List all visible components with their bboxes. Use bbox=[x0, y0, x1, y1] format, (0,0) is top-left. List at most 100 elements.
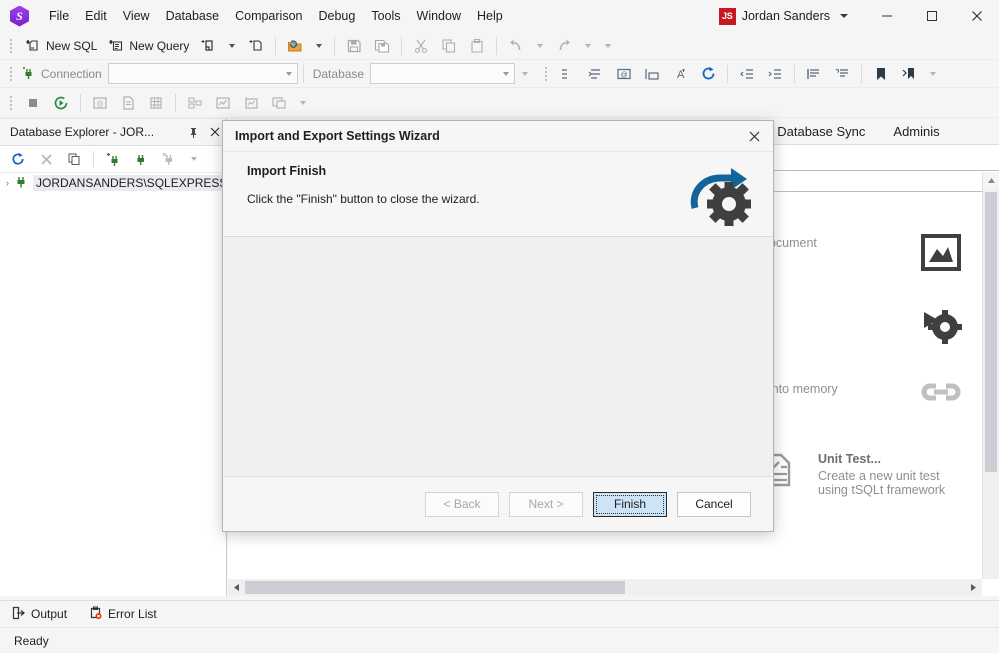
bookmark-button[interactable] bbox=[867, 63, 895, 85]
new-file-button[interactable] bbox=[194, 35, 222, 57]
add-connection-icon[interactable] bbox=[100, 148, 126, 170]
panel-tab-database-explorer[interactable]: Database Explorer - JOR... bbox=[0, 119, 182, 146]
list-item[interactable]: document bbox=[748, 225, 969, 298]
tab-database-sync[interactable]: Database Sync bbox=[763, 118, 879, 145]
results-text-button[interactable]: @ bbox=[86, 92, 114, 114]
chevron-down-icon[interactable] bbox=[840, 14, 848, 18]
undo-button[interactable] bbox=[502, 35, 530, 57]
uncomment-button[interactable] bbox=[828, 63, 856, 85]
refresh-icon[interactable] bbox=[5, 148, 31, 170]
scroll-right-icon[interactable] bbox=[965, 579, 982, 596]
connection-combo[interactable] bbox=[107, 63, 298, 84]
horizontal-scrollbar-thumb[interactable] bbox=[245, 581, 625, 594]
list-item[interactable]: t into memory bbox=[748, 371, 969, 444]
menu-window[interactable]: Window bbox=[409, 4, 469, 28]
vertical-scrollbar-thumb[interactable] bbox=[985, 192, 997, 472]
menu-database[interactable]: Database bbox=[158, 4, 228, 28]
tab-administration[interactable]: Adminis bbox=[879, 118, 953, 145]
disconnect-icon[interactable] bbox=[33, 148, 59, 170]
new-sql-label: New SQL bbox=[46, 38, 98, 53]
copy-button[interactable] bbox=[435, 35, 463, 57]
redo-icon bbox=[555, 37, 573, 55]
menu-file[interactable]: File bbox=[41, 4, 77, 28]
start-connection-combo[interactable]: SS bbox=[748, 170, 999, 192]
database-combo[interactable] bbox=[370, 63, 516, 84]
new-file-dropdown-arrow[interactable] bbox=[229, 43, 236, 48]
undo-dropdown-arrow[interactable] bbox=[537, 43, 544, 48]
redo-dropdown-arrow[interactable] bbox=[585, 43, 592, 48]
toolbar-grip-3[interactable] bbox=[541, 66, 551, 82]
stop-button[interactable] bbox=[19, 92, 47, 114]
menu-edit[interactable]: Edit bbox=[77, 4, 115, 28]
cut-button[interactable] bbox=[407, 35, 435, 57]
tab-output[interactable]: Output bbox=[12, 606, 67, 623]
comment-button[interactable] bbox=[800, 63, 828, 85]
refresh-button[interactable] bbox=[694, 63, 722, 85]
execute-button[interactable] bbox=[47, 92, 75, 114]
results-file-button[interactable] bbox=[114, 92, 142, 114]
menu-debug[interactable]: Debug bbox=[310, 4, 363, 28]
maximize-button[interactable] bbox=[909, 0, 954, 32]
toolbar-grip[interactable] bbox=[6, 38, 16, 54]
menu-view[interactable]: View bbox=[115, 4, 158, 28]
menu-comparison[interactable]: Comparison bbox=[227, 4, 310, 28]
new-sql-icon bbox=[24, 37, 42, 55]
remove-connection-icon[interactable] bbox=[156, 148, 182, 170]
copy-icon[interactable] bbox=[61, 148, 87, 170]
toolbar3-overflow-arrow[interactable] bbox=[300, 100, 306, 105]
editor-icon-3-button[interactable]: @ bbox=[610, 63, 638, 85]
new-query-button[interactable]: New Query bbox=[102, 35, 194, 57]
query-plan-button[interactable] bbox=[181, 92, 209, 114]
next-button-label: Next > bbox=[528, 497, 564, 511]
user-name[interactable]: Jordan Sanders bbox=[742, 9, 830, 23]
save-button[interactable] bbox=[340, 35, 368, 57]
results-grid-button[interactable] bbox=[142, 92, 170, 114]
query-plan-icon bbox=[186, 94, 204, 112]
close-button[interactable] bbox=[954, 0, 999, 32]
new-item-button[interactable] bbox=[242, 35, 270, 57]
profiler-button[interactable] bbox=[237, 92, 265, 114]
minimize-button[interactable] bbox=[864, 0, 909, 32]
align-icon bbox=[643, 65, 661, 83]
editor-icon-1-button[interactable] bbox=[554, 63, 582, 85]
chart-button[interactable] bbox=[209, 92, 237, 114]
list-item[interactable]: Unit Test... Create a new unit test usin… bbox=[748, 444, 969, 517]
increase-indent-button[interactable] bbox=[761, 63, 789, 85]
editor-icon-4-button[interactable] bbox=[638, 63, 666, 85]
menu-help[interactable]: Help bbox=[469, 4, 511, 28]
connection-icon[interactable] bbox=[128, 148, 154, 170]
new-sql-button[interactable]: New SQL bbox=[19, 35, 102, 57]
database-overflow-arrow[interactable] bbox=[522, 71, 529, 76]
scroll-up-icon[interactable] bbox=[983, 172, 999, 189]
open-button[interactable] bbox=[281, 35, 309, 57]
vertical-scrollbar[interactable] bbox=[982, 172, 999, 579]
overflow-icon[interactable] bbox=[191, 157, 197, 161]
dialog-header: Import Finish Click the "Finish" button … bbox=[223, 152, 773, 237]
list-item[interactable] bbox=[748, 298, 969, 371]
toolbar2-overflow-arrow[interactable] bbox=[930, 71, 937, 76]
scroll-left-icon[interactable] bbox=[228, 579, 245, 596]
open-dropdown-arrow[interactable] bbox=[316, 43, 323, 48]
dialog-close-button[interactable] bbox=[735, 121, 773, 152]
next-bookmark-button[interactable] bbox=[895, 63, 923, 85]
chevron-right-icon[interactable]: › bbox=[6, 178, 9, 188]
finish-button[interactable]: Finish bbox=[593, 491, 667, 517]
editor-icon-2-button[interactable] bbox=[582, 63, 610, 85]
toolbar-grip-2[interactable] bbox=[6, 66, 16, 82]
format-button[interactable]: A bbox=[666, 63, 694, 85]
decrease-indent-button[interactable] bbox=[733, 63, 761, 85]
save-all-button[interactable] bbox=[368, 35, 396, 57]
tree-item-server[interactable]: › JORDANSANDERS\SQLEXPRESS bbox=[0, 173, 231, 193]
horizontal-scrollbar[interactable] bbox=[228, 579, 982, 596]
redo-button[interactable] bbox=[550, 35, 578, 57]
compare-results-button[interactable] bbox=[265, 92, 293, 114]
menu-tools[interactable]: Tools bbox=[363, 4, 408, 28]
tab-error-list[interactable]: Error List bbox=[89, 606, 157, 623]
cancel-button[interactable]: Cancel bbox=[677, 491, 751, 517]
paste-button[interactable] bbox=[463, 35, 491, 57]
toolbar-overflow-arrow[interactable] bbox=[605, 43, 612, 48]
pin-icon[interactable] bbox=[182, 121, 204, 143]
back-button[interactable]: < Back bbox=[425, 491, 499, 517]
next-button[interactable]: Next > bbox=[509, 491, 583, 517]
toolbar-grip-4[interactable] bbox=[6, 95, 16, 111]
